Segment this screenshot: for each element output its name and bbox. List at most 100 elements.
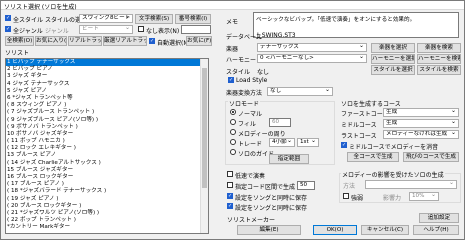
style-value: なし	[257, 69, 270, 76]
text-search-button[interactable]: 文字検索(S)	[135, 14, 173, 24]
list-item[interactable]: ( 9 ボサノバ トランペット )	[6, 124, 208, 131]
first-course-label: ファーストコース	[341, 111, 389, 118]
all-course-generate-button[interactable]: 全コースで生成	[347, 152, 399, 162]
course-label: ソロを生成するコース	[341, 101, 401, 108]
dynamics-label: 強弱	[351, 195, 364, 202]
last-course-label: ラストコース	[341, 133, 377, 140]
list-item[interactable]: 15 ブルース ジャズギター	[6, 167, 208, 174]
genre-label: ジャンル	[45, 28, 69, 35]
slow-play-label: 低速で演奏	[235, 173, 266, 180]
chord-range-input[interactable]: 50	[297, 181, 315, 190]
key-save-checkbox[interactable]	[227, 203, 233, 209]
soloist-list[interactable]: 1 ビバップ テナーサックス 2 ビバップ ピアノ 3 ジャズ ギター 4 ジャ…	[5, 58, 209, 234]
search-harmony-button[interactable]: ハーモニーを検索	[417, 54, 461, 64]
key-save-label: 設定をソングと同時に保存	[235, 205, 308, 212]
list-item[interactable]: ( 9 ジャズブルース ピアノ(ソロ等) )	[6, 117, 208, 124]
normal-label: ノーマル	[238, 111, 263, 118]
search-style-button[interactable]: スタイルを検索	[417, 65, 461, 75]
mid-course-select[interactable]: 生成	[383, 119, 459, 128]
chord-range-label: 指定コード区間で生成	[235, 184, 296, 191]
additional-settings-button[interactable]: 追加設定	[419, 213, 459, 223]
sort-checkbox[interactable]	[138, 26, 144, 32]
list-scrollbar[interactable]	[200, 59, 208, 233]
select-harmony-button[interactable]: ハーモニーを選択	[371, 54, 415, 64]
trade-label: トレード	[238, 141, 263, 148]
melody-radio[interactable]	[230, 129, 236, 135]
trade-order-select[interactable]: 1st	[297, 138, 319, 147]
method-label: 方法	[343, 183, 356, 190]
melody-label: メロディーの周り	[238, 131, 286, 138]
list-item[interactable]: 5 ジャズ ピアノ	[6, 88, 208, 95]
mid-course-label: ミドルコース	[341, 122, 377, 129]
sort-input[interactable]	[181, 25, 211, 34]
harmony-select[interactable]: 0 <ハーモニーなし>	[257, 54, 367, 63]
normal-radio[interactable]	[230, 109, 236, 115]
list-item[interactable]: 3 ジャズ ギター	[6, 73, 208, 80]
trade-radio[interactable]	[230, 139, 236, 145]
course-clear-label: ミドルコースでメロディーを消音	[349, 144, 439, 151]
help-button[interactable]: ヘルプ(H)	[413, 225, 459, 235]
list-item[interactable]: 4 ジャズ テナーサックス	[6, 81, 208, 88]
solo-mode-label: ソロモード	[228, 99, 261, 108]
list-item[interactable]: ( 19 ジャズ ピアノ )	[6, 196, 208, 203]
style-label: スタイル	[226, 69, 251, 76]
db-value: J_SWING.ST3	[257, 32, 296, 39]
solo-guide-radio[interactable]	[230, 149, 236, 155]
trade-bars-select[interactable]: 4小節	[269, 138, 295, 147]
list-item[interactable]: *カントリー Markギター	[6, 224, 208, 231]
all-genre-label: 全ジャンル	[13, 28, 43, 35]
best-realtrack-button[interactable]: 厳選リアルトラック	[103, 36, 147, 46]
specify-range-button[interactable]: 指定範囲	[269, 154, 309, 164]
select-style-button[interactable]: スタイルを選択	[371, 65, 415, 75]
inst-change-label: 楽器変換方法	[226, 90, 263, 97]
soloist-list-label: ソリスト	[5, 50, 30, 57]
fill-radio[interactable]	[230, 119, 236, 125]
course-clear-checkbox[interactable]	[341, 142, 347, 148]
list-item[interactable]: 10 ボサノバ ジャズギター	[6, 131, 208, 138]
edit-button[interactable]: 編集(E)	[237, 225, 301, 235]
all-style-label: 全スタイル	[13, 17, 44, 24]
solo-maker-label: ソリストメーカー	[227, 217, 276, 224]
partial-course-generate-button[interactable]: 飛びのコースで生成	[403, 152, 459, 162]
fav-button[interactable]: お気に(F)	[186, 36, 212, 46]
cancel-button[interactable]: キャンセル(C)	[361, 225, 409, 235]
list-item[interactable]: ( 18 *ジャズバラード テナーサックス )	[6, 188, 208, 195]
list-item[interactable]: ( 7 ジャズブルース トランペット )	[6, 109, 208, 116]
load-style-checkbox[interactable]	[228, 77, 234, 83]
key-select-label: 設定をソングと同時に保存	[235, 195, 308, 202]
instrument-select[interactable]: テナーサックス	[257, 43, 367, 52]
style-select[interactable]: スウィング8ビート	[79, 14, 133, 23]
last-course-select[interactable]: メロディーなければ生成	[383, 130, 459, 139]
auto-select-checkbox[interactable]	[149, 38, 155, 44]
first-course-select[interactable]: 生成	[383, 108, 459, 117]
ok-button[interactable]: OK(O)	[313, 225, 357, 235]
dialog-window: ソリスト選択 (ソロを生成) 全スタイル スタイルの選択 スウィング8ビート 文…	[0, 0, 465, 240]
list-item[interactable]: ( 14 ジャズ Charlieアルトサックス )	[6, 160, 208, 167]
sort-label: なし表示(N)	[146, 28, 180, 35]
fill-label: フィル	[238, 121, 256, 128]
method-select[interactable]	[365, 180, 457, 189]
all-display-button[interactable]: 全検索(O)	[5, 36, 34, 46]
dynamics-checkbox[interactable]	[343, 193, 349, 199]
key-select-checkbox[interactable]	[227, 193, 233, 199]
load-style-label: Load Style	[236, 77, 268, 84]
number-search-button[interactable]: 番号検索(I)	[175, 14, 211, 24]
select-instrument-button[interactable]: 楽器を選択	[371, 43, 415, 53]
fill-value-input[interactable]: 60	[269, 118, 291, 127]
chord-range-checkbox[interactable]	[227, 182, 233, 188]
harmony-label: ハーモニー	[226, 57, 257, 64]
slow-play-checkbox[interactable]	[227, 171, 233, 177]
search-instrument-button[interactable]: 楽器を検索	[417, 43, 461, 53]
influence-select[interactable]: 10%	[409, 192, 439, 201]
melody-influence-label: メロディーの影響を受けたソロの生成	[341, 170, 445, 179]
realtrack-button[interactable]: リアルトラック	[68, 36, 102, 46]
memo-label: メモ	[226, 19, 239, 26]
inst-change-select[interactable]: なし	[267, 87, 333, 96]
list-item[interactable]: 13 ブルース ピアノ	[6, 152, 208, 159]
scrollbar-thumb[interactable]	[202, 68, 207, 188]
all-genre-checkbox[interactable]	[5, 26, 11, 32]
genre-select[interactable]: ビート	[79, 25, 133, 34]
favorites-button[interactable]: お気に入り(Y)	[35, 36, 67, 46]
all-style-checkbox[interactable]	[5, 15, 11, 21]
list-item[interactable]: ( 20 ブルース ロックギター )	[6, 203, 208, 210]
